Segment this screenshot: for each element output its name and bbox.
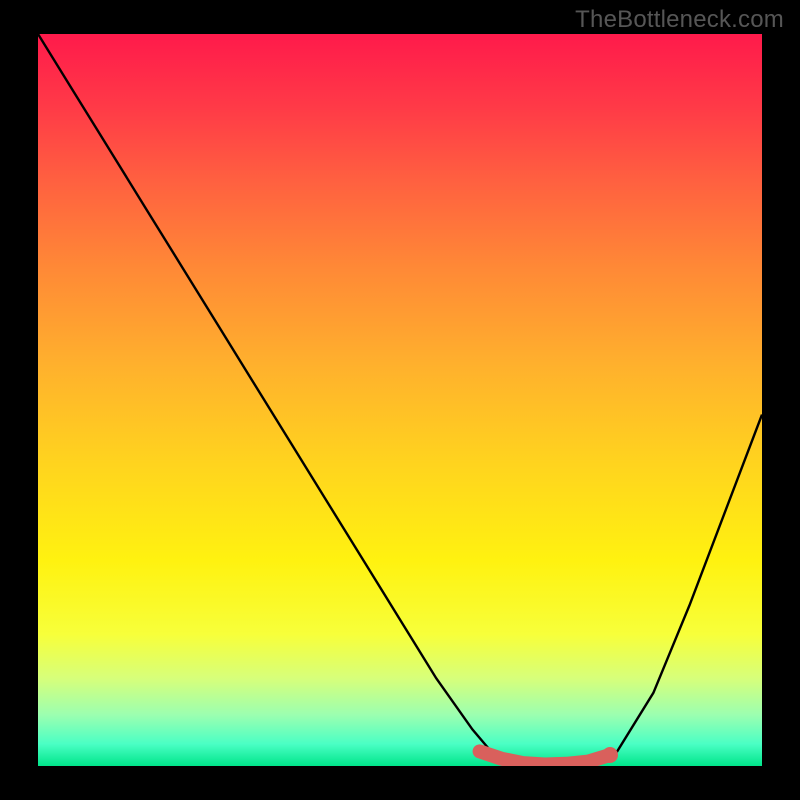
bottleneck-curve: [38, 34, 762, 765]
chart-frame: TheBottleneck.com: [0, 0, 800, 800]
optimal-band-stroke: [480, 751, 610, 764]
watermark-text: TheBottleneck.com: [575, 6, 784, 34]
plot-area: [38, 34, 762, 766]
optimal-band: [480, 747, 618, 765]
optimal-end-dot: [602, 747, 618, 763]
curve-layer: [38, 34, 762, 766]
